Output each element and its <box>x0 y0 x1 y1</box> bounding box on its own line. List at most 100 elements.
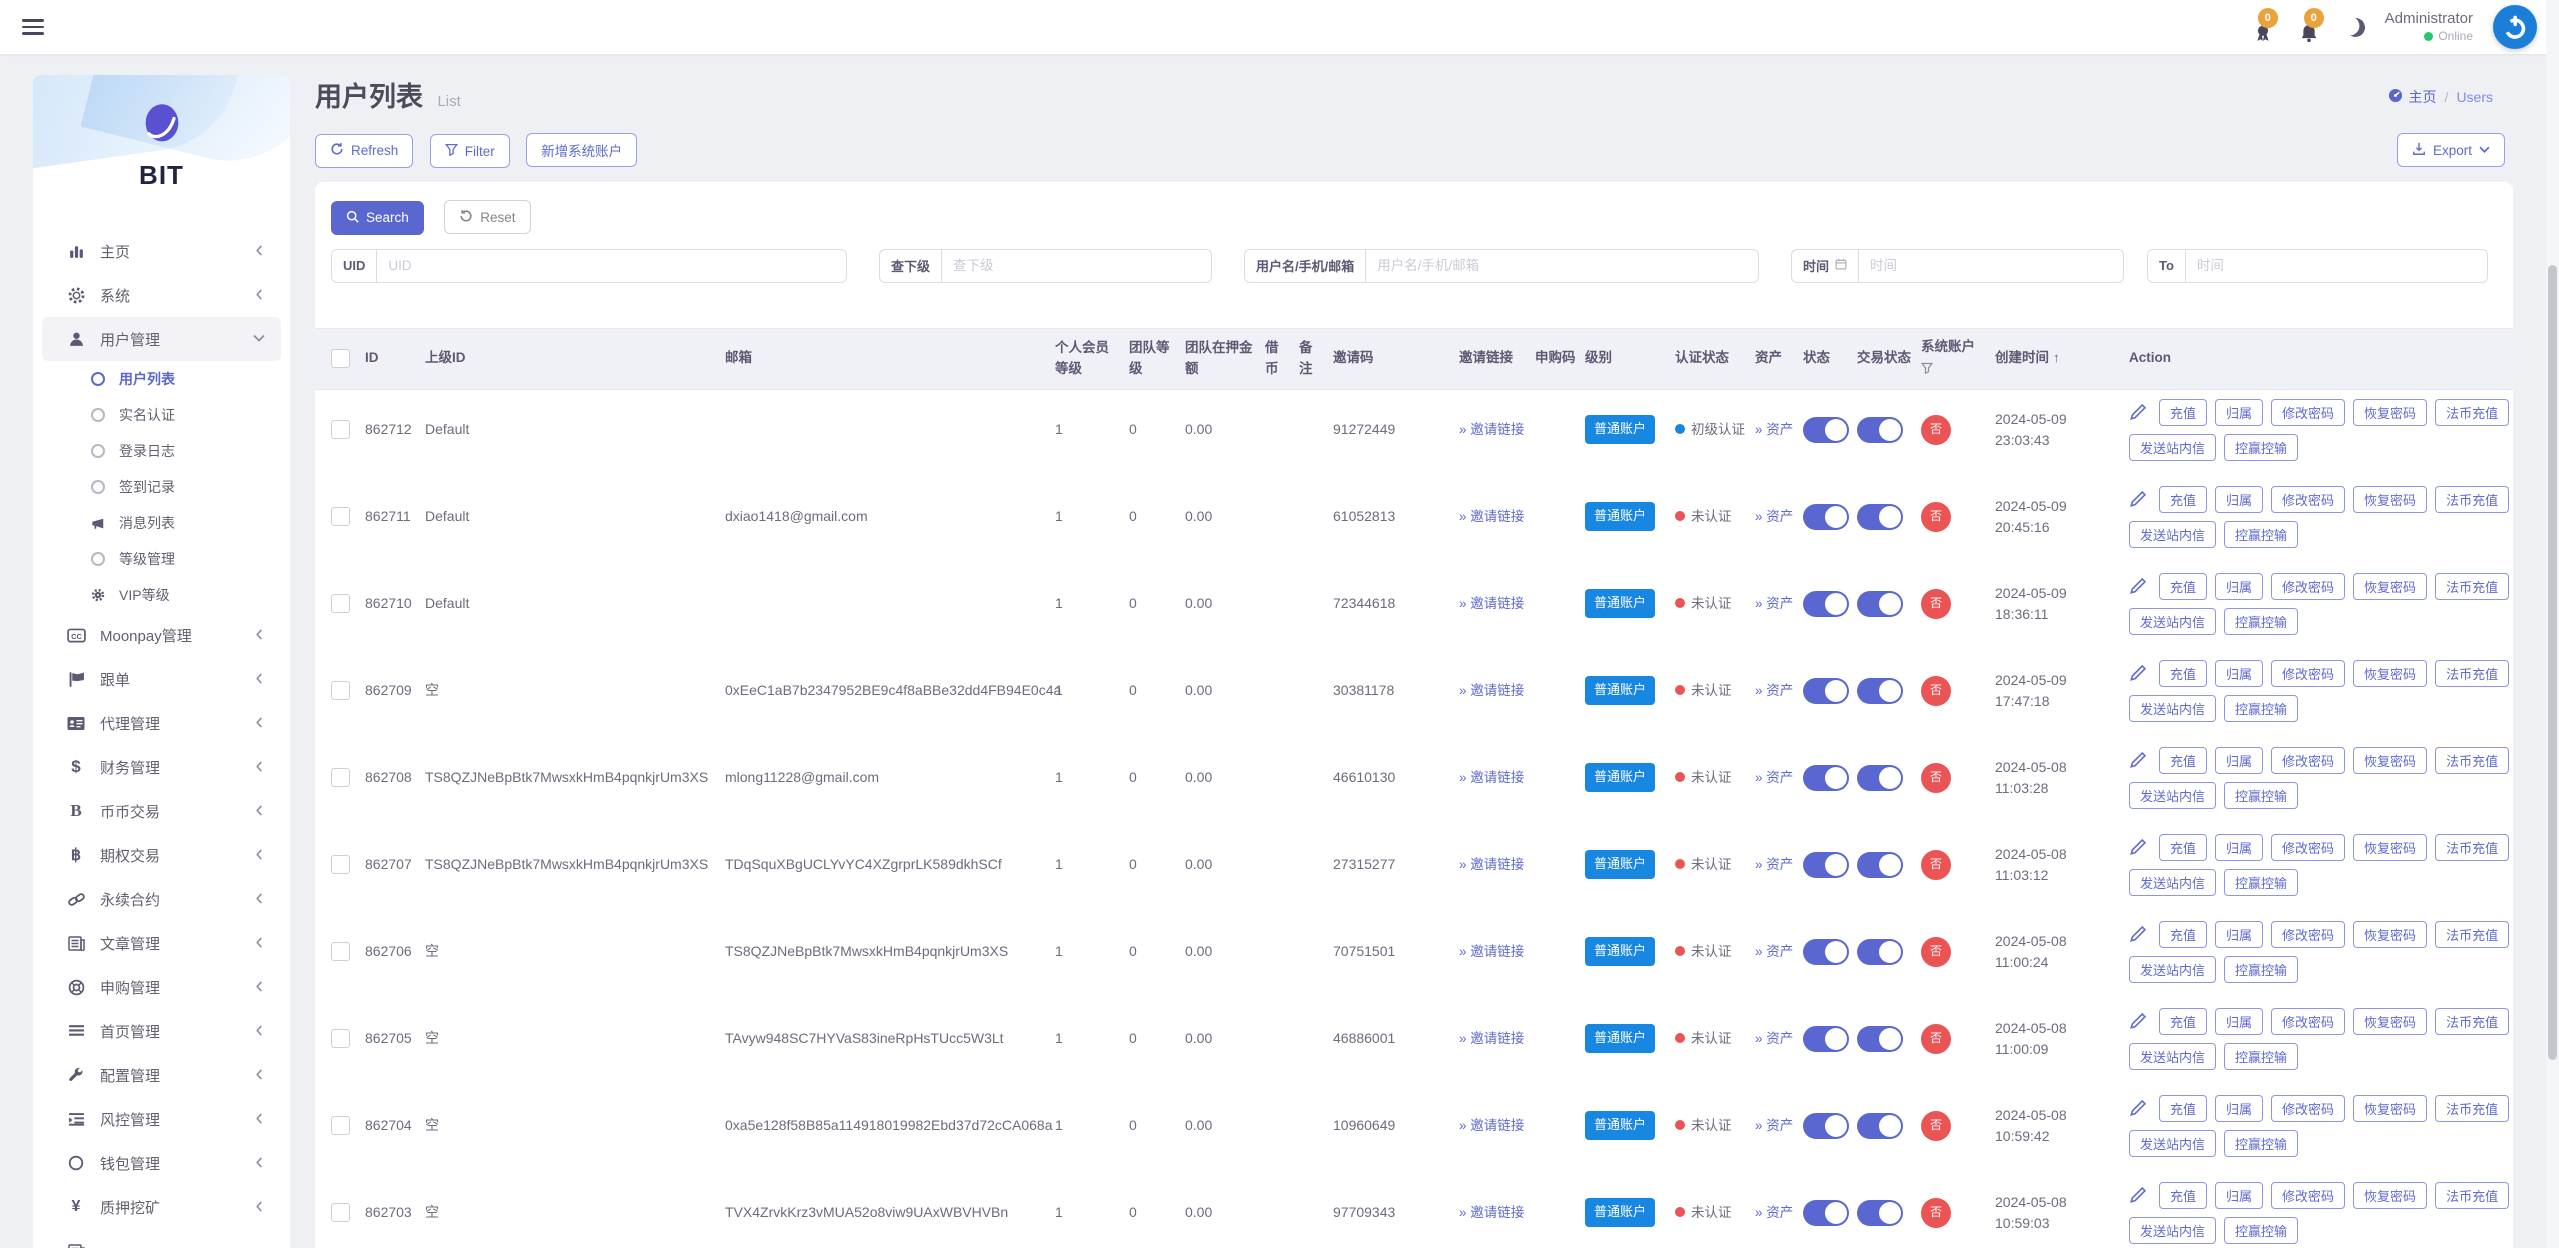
trade-status-toggle[interactable] <box>1857 765 1903 791</box>
action-button-恢复密码[interactable]: 恢复密码 <box>2353 1095 2427 1122</box>
time-to-input[interactable] <box>2185 249 2488 283</box>
sidebar-item-系统[interactable]: 系统 <box>42 273 281 317</box>
subordinate-filter-input[interactable] <box>941 249 1212 283</box>
add-system-account-button[interactable]: 新增系统账户 <box>526 133 637 167</box>
action-button-修改密码[interactable]: 修改密码 <box>2271 486 2345 513</box>
action-button-恢复密码[interactable]: 恢复密码 <box>2353 834 2427 861</box>
sidebar-item-期权交易[interactable]: ฿期权交易 <box>42 833 281 877</box>
sidebar-item-财务管理[interactable]: $财务管理 <box>42 745 281 789</box>
status-toggle[interactable] <box>1803 1200 1849 1226</box>
sort-asc-icon[interactable]: ↑ <box>2053 350 2060 365</box>
sidebar-item-配置管理[interactable]: 配置管理 <box>42 1053 281 1097</box>
sidebar-item-代理管理[interactable]: 代理管理 <box>42 701 281 745</box>
trade-status-toggle[interactable] <box>1857 939 1903 965</box>
action-button-修改密码[interactable]: 修改密码 <box>2271 399 2345 426</box>
action-button-归属[interactable]: 归属 <box>2215 921 2263 948</box>
menu-toggle-icon[interactable] <box>22 15 44 39</box>
invite-link[interactable]: » 邀请链接 <box>1459 596 1524 611</box>
sidebar-subitem-等级管理[interactable]: 等级管理 <box>33 541 290 577</box>
sidebar-item-跟单[interactable]: 跟单 <box>42 657 281 701</box>
sidebar-item-质押挖矿[interactable]: ¥质押挖矿 <box>42 1185 281 1229</box>
reset-button[interactable]: Reset <box>444 200 530 234</box>
action-button-归属[interactable]: 归属 <box>2215 486 2263 513</box>
action-button-法币充值[interactable]: 法币充值 <box>2435 1008 2509 1035</box>
action-button-发送站内信[interactable]: 发送站内信 <box>2129 1130 2216 1157</box>
action-button-归属[interactable]: 归属 <box>2215 747 2263 774</box>
action-button-控赢控输[interactable]: 控赢控输 <box>2224 434 2298 461</box>
edit-pencil-icon[interactable] <box>2129 1099 2151 1117</box>
action-button-充值[interactable]: 充值 <box>2159 1008 2207 1035</box>
row-checkbox[interactable] <box>331 681 350 700</box>
action-button-法币充值[interactable]: 法币充值 <box>2435 1095 2509 1122</box>
admin-avatar[interactable] <box>2493 5 2537 49</box>
invite-link[interactable]: » 邀请链接 <box>1459 770 1524 785</box>
action-button-控赢控输[interactable]: 控赢控输 <box>2224 782 2298 809</box>
assets-link[interactable]: » 资产 <box>1755 1205 1793 1220</box>
sidebar-item-币币交易[interactable]: B币币交易 <box>42 789 281 833</box>
action-button-法币充值[interactable]: 法币充值 <box>2435 573 2509 600</box>
sidebar-subitem-VIP等级[interactable]: VIP等级 <box>33 577 290 613</box>
row-checkbox[interactable] <box>331 1029 350 1048</box>
action-button-控赢控输[interactable]: 控赢控输 <box>2224 695 2298 722</box>
trade-status-toggle[interactable] <box>1857 504 1903 530</box>
edit-pencil-icon[interactable] <box>2129 664 2151 682</box>
invite-link[interactable]: » 邀请链接 <box>1459 1031 1524 1046</box>
status-toggle[interactable] <box>1803 765 1849 791</box>
sidebar-item-钱包管理[interactable]: 钱包管理 <box>42 1141 281 1185</box>
column-filter-icon[interactable] <box>1921 360 1987 380</box>
action-button-法币充值[interactable]: 法币充值 <box>2435 486 2509 513</box>
edit-pencil-icon[interactable] <box>2129 577 2151 595</box>
username-filter-input[interactable] <box>1365 249 1759 283</box>
action-button-控赢控输[interactable]: 控赢控输 <box>2224 956 2298 983</box>
sidebar-item-hidden-17[interactable] <box>42 1229 281 1248</box>
action-button-充值[interactable]: 充值 <box>2159 660 2207 687</box>
action-button-恢复密码[interactable]: 恢复密码 <box>2353 660 2427 687</box>
action-button-发送站内信[interactable]: 发送站内信 <box>2129 695 2216 722</box>
row-checkbox[interactable] <box>331 855 350 874</box>
action-button-发送站内信[interactable]: 发送站内信 <box>2129 434 2216 461</box>
action-button-修改密码[interactable]: 修改密码 <box>2271 1095 2345 1122</box>
medal-notification-icon[interactable]: 0 <box>2254 12 2280 42</box>
edit-pencil-icon[interactable] <box>2129 751 2151 769</box>
sidebar-item-永续合约[interactable]: 永续合约 <box>42 877 281 921</box>
sidebar-item-风控管理[interactable]: 风控管理 <box>42 1097 281 1141</box>
status-toggle[interactable] <box>1803 591 1849 617</box>
select-all-checkbox[interactable] <box>331 349 350 368</box>
action-button-归属[interactable]: 归属 <box>2215 660 2263 687</box>
search-button[interactable]: Search <box>331 201 424 235</box>
action-button-修改密码[interactable]: 修改密码 <box>2271 1008 2345 1035</box>
sidebar-item-用户管理[interactable]: 用户管理 <box>42 317 281 361</box>
action-button-修改密码[interactable]: 修改密码 <box>2271 834 2345 861</box>
action-button-控赢控输[interactable]: 控赢控输 <box>2224 1130 2298 1157</box>
sidebar-subitem-用户列表[interactable]: 用户列表 <box>33 361 290 397</box>
sidebar-subitem-消息列表[interactable]: 消息列表 <box>33 505 290 541</box>
action-button-充值[interactable]: 充值 <box>2159 486 2207 513</box>
scrollbar-thumb[interactable] <box>2548 265 2557 1060</box>
assets-link[interactable]: » 资产 <box>1755 596 1793 611</box>
export-button[interactable]: Export <box>2397 133 2505 167</box>
edit-pencil-icon[interactable] <box>2129 838 2151 856</box>
edit-pencil-icon[interactable] <box>2129 925 2151 943</box>
bell-notification-icon[interactable]: 0 <box>2300 12 2326 42</box>
action-button-充值[interactable]: 充值 <box>2159 747 2207 774</box>
action-button-归属[interactable]: 归属 <box>2215 1182 2263 1209</box>
trade-status-toggle[interactable] <box>1857 417 1903 443</box>
page-scrollbar[interactable] <box>2546 0 2559 1248</box>
action-button-法币充值[interactable]: 法币充值 <box>2435 660 2509 687</box>
row-checkbox[interactable] <box>331 507 350 526</box>
action-button-发送站内信[interactable]: 发送站内信 <box>2129 521 2216 548</box>
row-checkbox[interactable] <box>331 1116 350 1135</box>
trade-status-toggle[interactable] <box>1857 678 1903 704</box>
edit-pencil-icon[interactable] <box>2129 403 2151 421</box>
action-button-修改密码[interactable]: 修改密码 <box>2271 660 2345 687</box>
action-button-恢复密码[interactable]: 恢复密码 <box>2353 747 2427 774</box>
status-toggle[interactable] <box>1803 417 1849 443</box>
time-from-input[interactable] <box>1858 249 2124 283</box>
sidebar-subitem-签到记录[interactable]: 签到记录 <box>33 469 290 505</box>
action-button-控赢控输[interactable]: 控赢控输 <box>2224 869 2298 896</box>
action-button-修改密码[interactable]: 修改密码 <box>2271 921 2345 948</box>
action-button-归属[interactable]: 归属 <box>2215 573 2263 600</box>
trade-status-toggle[interactable] <box>1857 591 1903 617</box>
action-button-控赢控输[interactable]: 控赢控输 <box>2224 1217 2298 1244</box>
trade-status-toggle[interactable] <box>1857 1200 1903 1226</box>
